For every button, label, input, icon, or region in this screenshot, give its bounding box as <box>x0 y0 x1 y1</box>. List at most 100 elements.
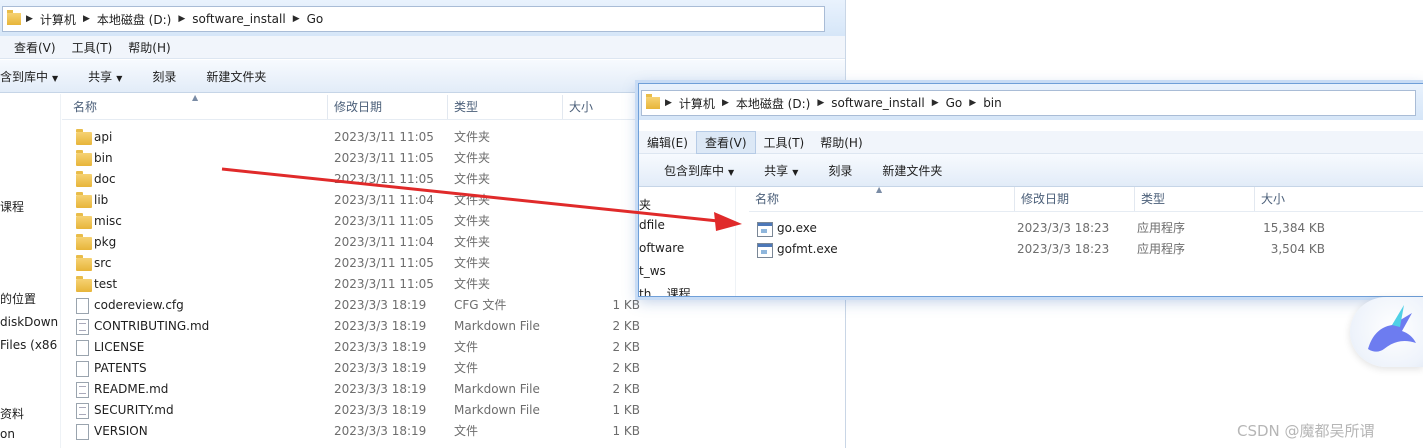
column-header-cell[interactable]: 类型 <box>447 95 478 119</box>
nav-item[interactable]: diskDown <box>0 315 58 329</box>
menu-item[interactable]: 工具(T) <box>756 132 813 153</box>
breadcrumb-item[interactable]: 本地磁盘 (D:) <box>730 95 816 112</box>
file-date: 2023/3/3 18:19 <box>334 382 427 396</box>
file-name: LICENSE <box>94 340 145 354</box>
menu-item[interactable]: 查看(V) <box>695 130 756 154</box>
file-row[interactable]: VERSION 2023/3/3 18:19 文件 1 KB <box>76 421 646 442</box>
column-header-cell[interactable]: 名称 <box>67 95 97 119</box>
file-row[interactable]: README.md 2023/3/3 18:19 Markdown File 2 KB <box>76 379 646 400</box>
file-row[interactable]: CONTRIBUTING.md 2023/3/3 18:19 Markdown Fi… <box>76 316 646 337</box>
file-row[interactable]: test 2023/3/11 11:05 文件夹 <box>76 274 646 295</box>
nav-item[interactable]: t_ws <box>639 264 666 278</box>
nav-item[interactable]: 的位置 <box>0 290 36 307</box>
breadcrumb-item[interactable]: software_install <box>825 96 930 110</box>
file-date: 2023/3/3 18:23 <box>1017 242 1110 256</box>
folder-icon <box>76 255 92 271</box>
file-date: 2023/3/3 18:19 <box>334 319 427 333</box>
column-header-cell[interactable]: 修改日期 <box>327 95 382 119</box>
menu-item[interactable]: 帮助(H) <box>812 132 870 153</box>
new-folder-button[interactable]: 新建文件夹 <box>191 68 281 85</box>
file-row[interactable]: pkg 2023/3/11 11:04 文件夹 <box>76 232 646 253</box>
menu-item[interactable]: 编辑(E) <box>639 132 696 153</box>
file-row[interactable]: misc 2023/3/11 11:05 文件夹 <box>76 211 646 232</box>
breadcrumb-item[interactable]: bin <box>977 96 1008 110</box>
breadcrumb-chevron-icon[interactable]: ▶ <box>721 98 730 108</box>
file-date: 2023/3/11 11:05 <box>334 172 434 186</box>
file-type: 文件 <box>454 424 479 438</box>
file-row[interactable]: LICENSE 2023/3/3 18:19 文件 2 KB <box>76 337 646 358</box>
breadcrumb-chevron-icon[interactable]: ▶ <box>968 98 977 108</box>
breadcrumb-chevron-icon[interactable]: ▶ <box>82 14 91 24</box>
breadcrumb-item[interactable]: 计算机 <box>673 95 721 112</box>
breadcrumb-chevron-icon[interactable]: ▶ <box>292 14 301 24</box>
breadcrumb-chevron-icon[interactable]: ▶ <box>25 14 34 24</box>
navigation-pane[interactable]: 课程的位置 diskDown Files (x86 资料 on <box>0 94 61 448</box>
breadcrumb-chevron-icon[interactable]: ▶ <box>664 98 673 108</box>
file-name: VERSION <box>94 424 148 438</box>
nav-item[interactable]: oftware <box>639 241 684 255</box>
breadcrumb-item[interactable]: Go <box>940 96 969 110</box>
column-header-cell[interactable]: 名称 <box>749 187 779 211</box>
file-row[interactable]: SECURITY.md 2023/3/3 18:19 Markdown File 1 … <box>76 400 646 421</box>
file-date: 2023/3/3 18:19 <box>334 298 427 312</box>
file-row[interactable]: bin 2023/3/11 11:05 文件夹 <box>76 148 646 169</box>
file-row[interactable]: doc 2023/3/11 11:05 文件夹 <box>76 169 646 190</box>
nav-item[interactable]: 资料 <box>0 405 24 422</box>
nav-item[interactable]: th... 课程 <box>639 285 691 296</box>
share-button[interactable]: 共享 ▼ <box>73 68 137 85</box>
file-icon <box>76 424 89 440</box>
address-bar: ▶ 计算机 ▶ 本地磁盘 (D:) ▶ software_install ▶ Go ▶ bin <box>639 84 1423 120</box>
breadcrumb-item[interactable]: 本地磁盘 (D:) <box>91 11 177 28</box>
menu-item[interactable]: 查看(V) <box>6 37 64 58</box>
file-row[interactable]: codereview.cfg 2023/3/3 18:19 CFG 文件 1 KB <box>76 295 646 316</box>
address-breadcrumb[interactable]: ▶ 计算机 ▶ 本地磁盘 (D:) ▶ software_install ▶ Go ▶ bin <box>641 90 1416 116</box>
breadcrumb-item[interactable]: Go <box>301 12 330 26</box>
file-type: Markdown File <box>454 403 540 417</box>
sort-ascending-icon: ▲ <box>192 93 199 102</box>
breadcrumb-chevron-icon[interactable]: ▶ <box>816 98 825 108</box>
floating-assistant-button[interactable] <box>1350 297 1423 367</box>
include-in-library-button[interactable]: 含到库中 ▼ <box>0 68 73 85</box>
menu-item[interactable]: 工具(T) <box>64 37 121 58</box>
include-in-library-button[interactable]: 包含到库中 ▼ <box>639 162 749 179</box>
nav-item[interactable]: Files (x86 <box>0 338 57 352</box>
file-row[interactable]: lib 2023/3/11 11:04 文件夹 <box>76 190 646 211</box>
burn-button[interactable]: 刻录 <box>137 68 191 85</box>
file-row[interactable]: go.exe 2023/3/3 18:23 应用程序 15,384 KB <box>757 218 1327 239</box>
column-header-cell[interactable]: 类型 <box>1134 187 1165 211</box>
column-header: 名称 修改日期 类型 大小 ▲ <box>749 185 1423 212</box>
watermark: CSDN @魔都吴所谓 <box>1237 422 1375 440</box>
nav-item[interactable]: dfile <box>639 218 665 232</box>
file-name: go.exe <box>777 221 817 235</box>
breadcrumb-item[interactable]: 计算机 <box>34 11 82 28</box>
file-row[interactable]: PATENTS 2023/3/3 18:19 文件 2 KB <box>76 358 646 379</box>
nav-item[interactable]: 课程 <box>0 198 24 215</box>
file-row[interactable]: gofmt.exe 2023/3/3 18:23 应用程序 3,504 KB <box>757 239 1327 260</box>
burn-button[interactable]: 刻录 <box>813 162 867 179</box>
file-size: 1 KB <box>612 424 640 438</box>
column-header-cell[interactable]: 大小 <box>1254 187 1285 211</box>
navigation-pane[interactable]: 夹 dfile oftware t_ws th... 课程 <box>639 187 736 296</box>
new-folder-button[interactable]: 新建文件夹 <box>867 162 957 179</box>
file-type: 文件夹 <box>454 256 491 270</box>
address-breadcrumb[interactable]: ▶ 计算机 ▶ 本地磁盘 (D:) ▶ software_install ▶ Go <box>2 6 825 32</box>
share-button[interactable]: 共享 ▼ <box>749 162 813 179</box>
explorer-window-bin: ▶ 计算机 ▶ 本地磁盘 (D:) ▶ software_install ▶ Go ▶ bin 编… <box>638 83 1423 297</box>
file-size: 15,384 KB <box>1263 221 1325 235</box>
file-row[interactable]: src 2023/3/11 11:05 文件夹 <box>76 253 646 274</box>
folder-icon <box>76 192 92 208</box>
file-icon <box>76 298 89 314</box>
file-type: Markdown File <box>454 382 540 396</box>
column-header-cell[interactable]: 大小 <box>562 95 593 119</box>
folder-icon <box>646 94 660 109</box>
nav-item[interactable]: on <box>0 427 15 441</box>
breadcrumb-chevron-icon[interactable]: ▶ <box>931 98 940 108</box>
file-name: lib <box>94 193 109 207</box>
file-type: 文件夹 <box>454 235 491 249</box>
file-row[interactable]: api 2023/3/11 11:05 文件夹 <box>76 127 646 148</box>
nav-item[interactable]: 夹 <box>639 196 651 213</box>
menu-item[interactable]: 帮助(H) <box>120 37 178 58</box>
breadcrumb-item[interactable]: software_install <box>186 12 291 26</box>
breadcrumb-chevron-icon[interactable]: ▶ <box>177 14 186 24</box>
column-header-cell[interactable]: 修改日期 <box>1014 187 1069 211</box>
